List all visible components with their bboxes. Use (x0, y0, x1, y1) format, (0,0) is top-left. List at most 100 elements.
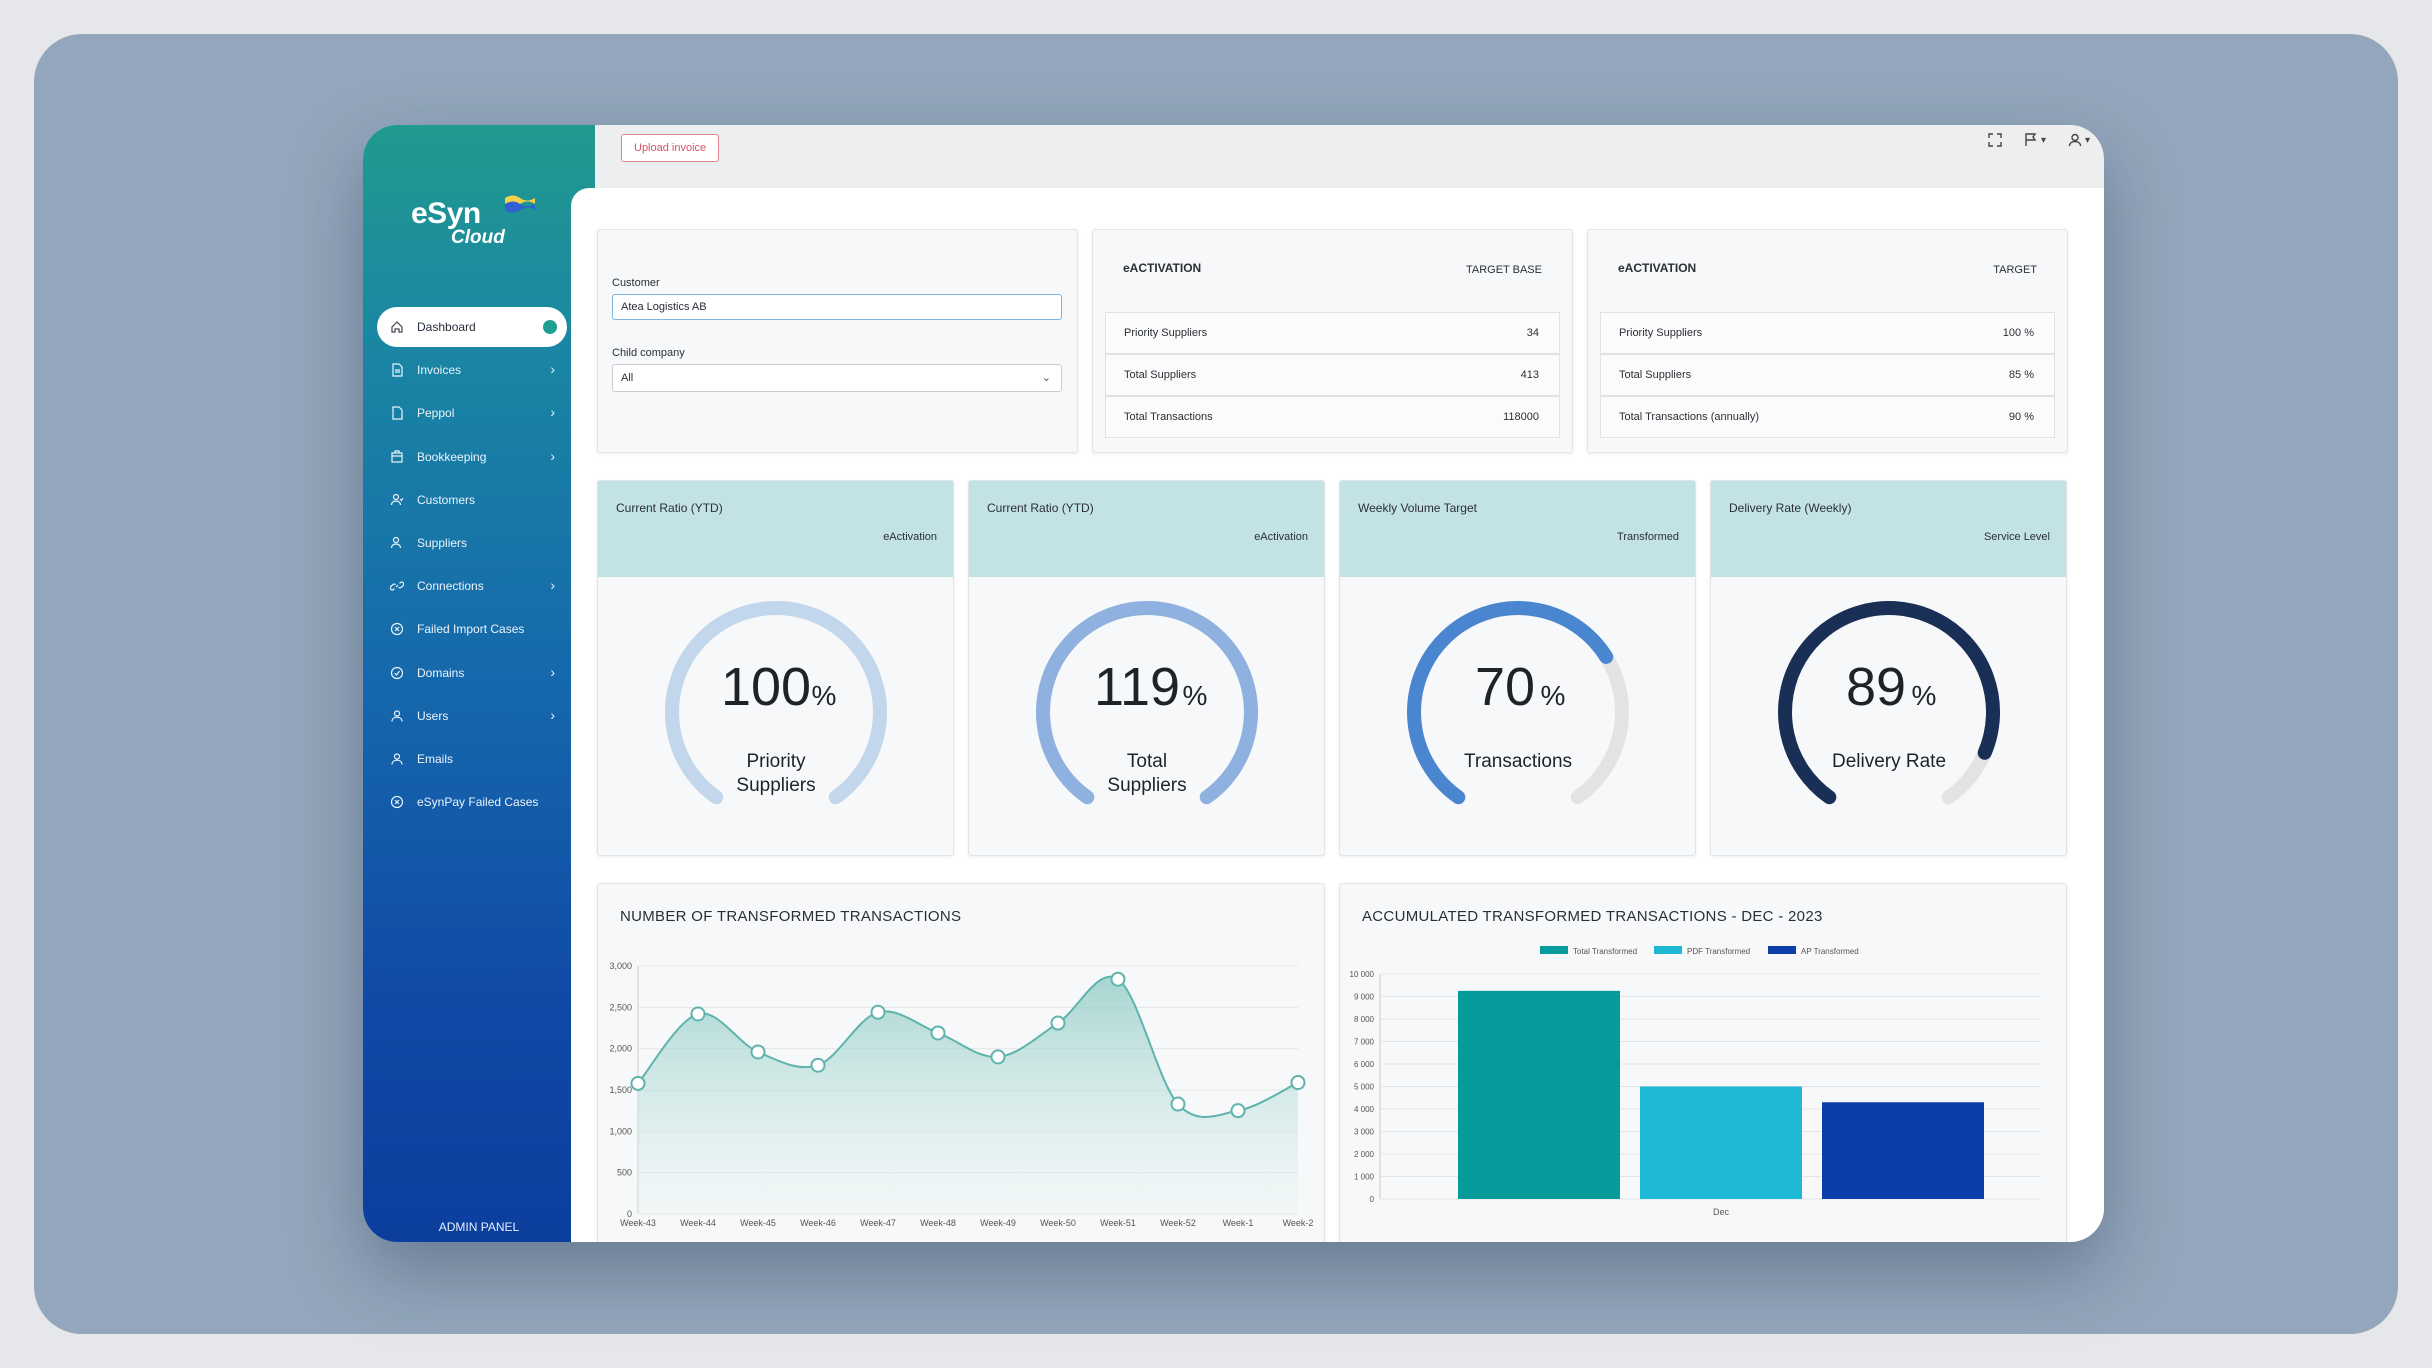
x-tick-label: Week-51 (1100, 1218, 1136, 1228)
data-point (990, 1049, 1006, 1065)
flag-menu[interactable]: ▾ (2024, 133, 2046, 147)
row-label: Total Transactions (annually) (1619, 411, 1760, 423)
gauge-header: Delivery Rate (Weekly) Service Level (1711, 481, 2066, 577)
legend-label: AP Transformed (1801, 947, 1859, 956)
chevron-right-icon: › (550, 663, 555, 680)
table-row: Total Transactions 118000 (1105, 396, 1560, 438)
customer-input[interactable]: Atea Logistics AB (612, 294, 1062, 320)
sidebar-item-dashboard[interactable]: Dashboard (377, 307, 567, 347)
sidebar-item-label: Connections (417, 579, 484, 594)
sidebar-item-esynpay-failed-cases[interactable]: eSynPay Failed Cases (377, 782, 567, 822)
flag-icon (505, 195, 535, 213)
target-base-column: TARGET BASE (1465, 264, 1542, 276)
flag-outline-icon (2025, 133, 2037, 146)
main-content: Customer Atea Logistics AB Child company… (571, 188, 2104, 1242)
target-base-title: eACTIVATION (1123, 261, 1202, 275)
y-tick-label: 8 000 (1354, 1015, 1375, 1024)
x-tick-label: Week-1 (1223, 1218, 1254, 1228)
y-tick-label: 2 000 (1354, 1150, 1375, 1159)
sidebar-item-peppol[interactable]: Peppol › (377, 393, 567, 433)
gauge-label-line2: Suppliers (1107, 775, 1186, 796)
y-tick-label: 6 000 (1354, 1060, 1375, 1069)
sidebar-item-users[interactable]: Users › (377, 696, 567, 736)
data-point (1170, 1096, 1186, 1112)
sidebar-item-failed-import-cases[interactable]: Failed Import Cases (377, 609, 567, 649)
y-tick-label: 5 000 (1354, 1083, 1375, 1092)
transformed-transactions-chart-card: NUMBER OF TRANSFORMED TRANSACTIONS 0 500 1… (597, 883, 1325, 1242)
child-company-select[interactable]: All ⌄ (612, 364, 1062, 392)
sidebar-item-emails[interactable]: Emails (377, 739, 567, 779)
fullscreen-button[interactable] (1988, 133, 2002, 147)
y-tick-label: 3 000 (1354, 1128, 1375, 1137)
target-card: eACTIVATION TARGET Priority Suppliers 10… (1587, 229, 2068, 453)
chevron-right-icon: › (550, 706, 555, 723)
status-dot (543, 320, 557, 334)
x-tick-label: Week-52 (1160, 1218, 1196, 1228)
sidebar-item-domains[interactable]: Domains › (377, 653, 567, 693)
x-tick-label: Week-45 (740, 1218, 776, 1228)
x-tick-label: Week-46 (800, 1218, 836, 1228)
admin-panel-label: ADMIN PANEL (438, 1220, 520, 1234)
target-base-card: eACTIVATION TARGET BASE Priority Supplie… (1092, 229, 1573, 453)
x-circle-icon (389, 794, 405, 810)
upload-invoice-button[interactable]: Upload invoice (621, 134, 720, 162)
y-tick-label: 0 (1370, 1195, 1375, 1204)
data-point (930, 1025, 946, 1041)
gauge-value: 100 (721, 657, 811, 717)
gauge-card-transactions: Weekly Volume Target Transformed 70 % Tr… (1339, 480, 1696, 856)
sidebar-item-connections[interactable]: Connections › (377, 566, 567, 606)
row-value: 413 (1520, 369, 1539, 381)
y-tick-label: 1 000 (1354, 1173, 1375, 1182)
y-tick-label: 10 000 (1350, 970, 1375, 979)
line-chart: 05001,0001,5002,0002,5003,000Week-43 Week… (609, 961, 1314, 1228)
row-value: 100 % (2002, 327, 2034, 339)
gauge-header: Current Ratio (YTD) eActivation (969, 481, 1324, 577)
caret-down-icon: ▾ (2084, 134, 2090, 146)
gauge-value: 89 (1846, 657, 1906, 717)
home-icon (389, 319, 405, 335)
sidebar-item-customers[interactable]: Customers (377, 480, 567, 520)
suppliers-icon (389, 535, 405, 551)
row-label: Priority Suppliers (1124, 327, 1208, 339)
sidebar-item-bookkeeping[interactable]: Bookkeeping › (377, 437, 567, 477)
x-tick-label: Week-50 (1040, 1218, 1076, 1228)
row-label: Total Suppliers (1124, 369, 1197, 381)
legend-swatch (1654, 946, 1682, 954)
sidebar: eSyn Cloud Dashboard Invoices › Peppol › Book… (363, 125, 595, 1242)
gauge-unit: % (1541, 680, 1566, 711)
fullscreen-icon (1988, 133, 2002, 147)
gauge-unit: % (1912, 680, 1937, 711)
document-icon (389, 362, 405, 378)
child-company-value: All (621, 372, 634, 384)
target-column: TARGET (1993, 264, 2037, 276)
gauge-value: 119 (1094, 657, 1180, 717)
customers-icon (389, 492, 405, 508)
bar (1458, 990, 1620, 1199)
app-logo[interactable]: eSyn Cloud (411, 187, 541, 248)
chart-title: NUMBER OF TRANSFORMED TRANSACTIONS (620, 908, 962, 925)
sidebar-item-label: Peppol (417, 406, 455, 421)
data-point (630, 1075, 646, 1091)
gauge-subtitle: eActivation (883, 531, 937, 543)
y-tick-label: 7 000 (1354, 1038, 1375, 1047)
sidebar-item-suppliers[interactable]: Suppliers (377, 523, 567, 563)
chevron-down-icon: ⌄ (1041, 372, 1051, 384)
gauge-card-delivery-rate: Delivery Rate (Weekly) Service Level 89 … (1710, 480, 2067, 856)
y-tick-label: 9 000 (1354, 993, 1375, 1002)
gauge-title: Weekly Volume Target (1358, 501, 1477, 515)
gauge-label: Total (1127, 751, 1167, 772)
user-icon (2068, 133, 2082, 147)
gauge-header: Weekly Volume Target Transformed (1340, 481, 1695, 577)
sidebar-item-invoices[interactable]: Invoices › (377, 350, 567, 390)
y-tick-label: 2,500 (609, 1002, 632, 1012)
chevron-right-icon: › (550, 447, 555, 464)
x-tick-label: Week-2 (1283, 1218, 1314, 1228)
sidebar-item-label: Dashboard (417, 320, 476, 334)
x-tick-label: Week-49 (980, 1218, 1016, 1228)
customer-label: Customer (612, 277, 660, 289)
gauge-unit: % (1183, 680, 1208, 711)
data-point (1050, 1015, 1066, 1031)
y-tick-label: 1,000 (609, 1126, 632, 1136)
file-icon (389, 405, 405, 421)
user-menu[interactable]: ▾ (2068, 133, 2090, 147)
